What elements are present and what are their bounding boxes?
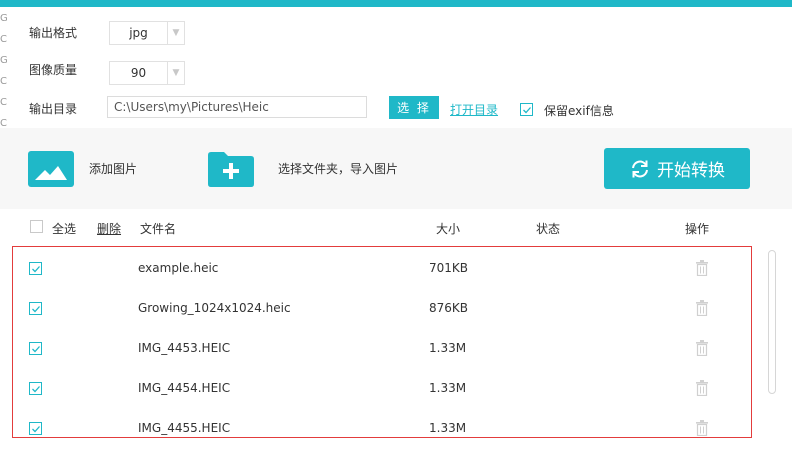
table-row[interactable]: IMG_4453.HEIC 1.33M — [13, 328, 751, 368]
file-size: 1.33M — [429, 341, 467, 355]
checkmark-icon — [31, 305, 40, 312]
row-checkbox[interactable] — [29, 262, 42, 275]
file-size: 1.33M — [429, 421, 467, 435]
row-checkbox[interactable] — [29, 342, 42, 355]
add-image-label[interactable]: 添加图片 — [89, 160, 137, 177]
file-name: IMG_4455.HEIC — [138, 421, 231, 435]
column-header-action: 操作 — [685, 222, 710, 236]
column-header-size: 大小 — [436, 222, 461, 236]
file-name: IMG_4454.HEIC — [138, 381, 231, 395]
keep-exif-label: 保留exif信息 — [544, 104, 614, 118]
open-dir-link[interactable]: 打开目录 — [450, 101, 498, 118]
add-folder-label[interactable]: 选择文件夹，导入图片 — [278, 160, 398, 177]
start-convert-label: 开始转换 — [657, 161, 725, 181]
file-size: 1.33M — [429, 381, 467, 395]
checkmark-icon — [31, 265, 40, 272]
select-all-checkbox[interactable] — [30, 220, 43, 233]
quality-label: 图像质量 — [29, 63, 78, 77]
checkmark-icon — [522, 106, 531, 113]
add-folder-icon[interactable] — [208, 151, 254, 187]
file-size: 876KB — [429, 301, 469, 315]
file-size: 701KB — [429, 261, 469, 275]
refresh-icon — [632, 160, 648, 177]
quality-select[interactable]: 90 ▼ — [109, 61, 185, 85]
select-all-label: 全选 — [52, 222, 77, 236]
file-list: example.heic 701KB Growing_1024x1024.hei… — [12, 246, 752, 438]
file-name: IMG_4453.HEIC — [138, 341, 231, 355]
format-select[interactable]: jpg ▼ — [109, 21, 185, 45]
keep-exif-checkbox[interactable] — [520, 103, 533, 116]
vertical-scrollbar[interactable] — [768, 250, 776, 394]
output-dir-input[interactable] — [107, 96, 367, 118]
edge-glyph: C — [0, 76, 7, 87]
table-row[interactable]: example.heic 701KB — [13, 248, 751, 288]
row-checkbox[interactable] — [29, 302, 42, 315]
file-name: example.heic — [138, 261, 219, 275]
quality-value: 90 — [130, 66, 147, 80]
table-row[interactable]: IMG_4454.HEIC 1.33M — [13, 368, 751, 408]
edge-glyph: G — [0, 55, 8, 66]
chevron-down-icon: ▼ — [167, 62, 184, 84]
trash-icon[interactable] — [695, 300, 709, 316]
column-header-name: 文件名 — [140, 222, 177, 236]
format-label: 输出格式 — [29, 26, 78, 40]
row-checkbox[interactable] — [29, 382, 42, 395]
output-dir-label: 输出目录 — [29, 102, 78, 116]
trash-icon[interactable] — [695, 420, 709, 436]
trash-icon[interactable] — [695, 340, 709, 356]
edge-glyph: C — [0, 97, 7, 108]
file-name: Growing_1024x1024.heic — [138, 301, 291, 315]
edge-glyph-column: G C G C C C — [0, 8, 8, 134]
chevron-down-icon: ▼ — [167, 22, 184, 44]
table-row[interactable]: Growing_1024x1024.heic 876KB — [13, 288, 751, 328]
choose-dir-button[interactable]: 选 择 — [389, 96, 439, 119]
trash-icon[interactable] — [695, 260, 709, 276]
format-value: jpg — [129, 26, 148, 40]
edge-glyph: C — [0, 34, 7, 45]
checkmark-icon — [31, 345, 40, 352]
top-accent-bar — [0, 0, 792, 7]
add-image-icon[interactable] — [28, 151, 74, 187]
table-row[interactable]: IMG_4455.HEIC 1.33M — [13, 408, 751, 437]
column-header-status: 状态 — [536, 222, 561, 236]
row-checkbox[interactable] — [29, 422, 42, 435]
checkmark-icon — [31, 385, 40, 392]
checkmark-icon — [31, 425, 40, 432]
delete-link[interactable]: 删除 — [97, 220, 121, 237]
edge-glyph: G — [0, 13, 8, 24]
start-convert-button[interactable]: 开始转换 — [604, 148, 750, 189]
trash-icon[interactable] — [695, 380, 709, 396]
